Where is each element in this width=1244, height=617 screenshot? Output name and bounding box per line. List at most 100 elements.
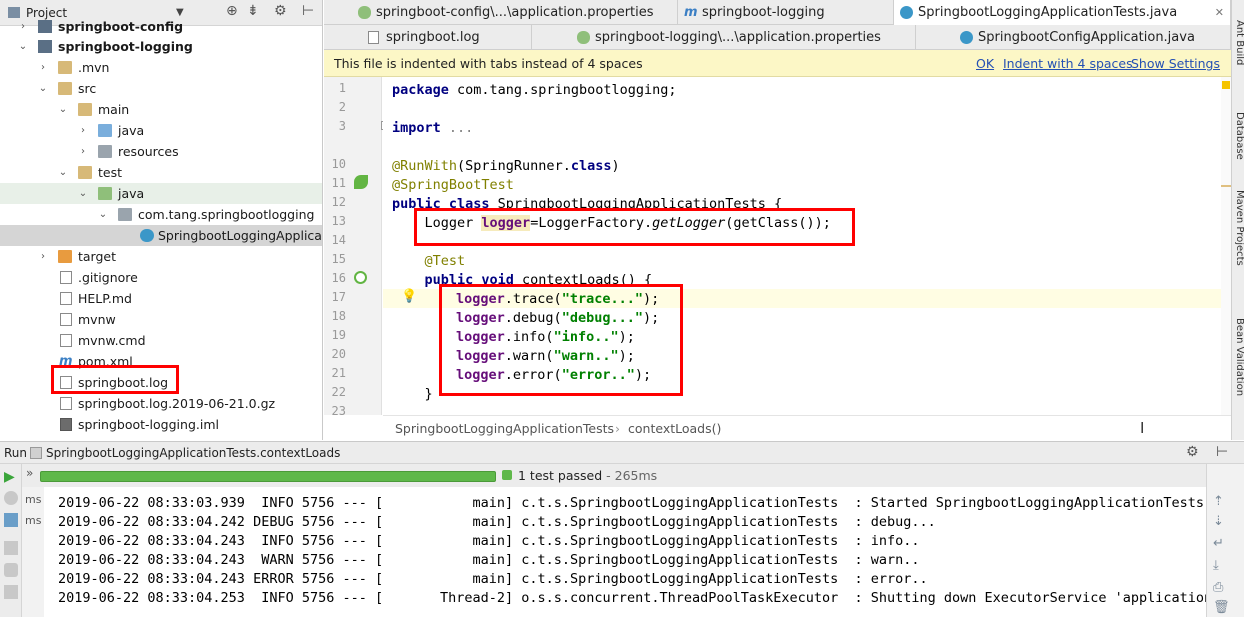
editor-tabs-row-1: springboot-config\...\application.proper… <box>324 0 1231 25</box>
hide-panel-icon[interactable]: ⊢ <box>1216 444 1228 460</box>
stop-icon[interactable] <box>4 541 18 555</box>
tab-config-properties[interactable]: springboot-config\...\application.proper… <box>352 0 678 25</box>
tree-item-target[interactable]: › target <box>0 246 322 267</box>
tool-tab-maven[interactable]: Maven Projects <box>1232 190 1244 266</box>
properties-file-icon <box>358 6 371 19</box>
scroll-down-icon[interactable]: ⇣ <box>1213 514 1224 529</box>
code-line-3: import ... <box>392 120 474 136</box>
tree-item-test[interactable]: ⌄ test <box>0 162 322 183</box>
tab-logging-tests[interactable]: SpringbootLoggingApplicationTests.java ✕ <box>894 0 1231 25</box>
chevron-down-icon[interactable]: ⌄ <box>98 204 108 225</box>
intention-bulb-icon[interactable]: 💡 <box>401 289 417 304</box>
folder-icon <box>58 61 72 74</box>
run-panel-header: Run SpringbootLoggingApplicationTests.co… <box>0 441 1244 464</box>
chevron-right-icon[interactable]: › <box>38 57 48 78</box>
toggle-autotest-icon[interactable] <box>4 513 18 527</box>
tree-item-resources[interactable]: › resources <box>0 141 322 162</box>
tab-label: springboot-config\...\application.proper… <box>376 5 654 20</box>
file-icon <box>60 334 72 347</box>
chevron-down-icon[interactable]: ⌄ <box>78 183 88 204</box>
chevron-down-icon[interactable]: ⌄ <box>18 36 28 57</box>
print-icon[interactable]: ⎙ <box>1213 580 1223 595</box>
clear-all-icon[interactable]: 🗑 <box>1213 600 1230 615</box>
class-icon <box>900 6 913 19</box>
tree-item-log-archive[interactable]: springboot.log.2019-06-21.0.gz <box>0 393 322 414</box>
chevron-down-icon[interactable]: ⌄ <box>58 99 68 120</box>
code-line-22: } <box>392 386 433 402</box>
log-line: 2019-06-22 08:33:04.243 ERROR 5756 --- [… <box>58 571 928 587</box>
test-tree-time[interactable]: ms <box>25 514 41 527</box>
tool-tab-database[interactable]: Database <box>1232 112 1244 160</box>
breadcrumb-method[interactable]: contextLoads() <box>628 421 721 436</box>
tab-logging-properties[interactable]: springboot-logging\...\application.prope… <box>571 25 916 50</box>
tree-item-src[interactable]: ⌄ src <box>0 78 322 99</box>
scroll-up-icon[interactable]: ⇡ <box>1213 494 1224 509</box>
scroll-to-end-icon[interactable]: ⤓ <box>1213 558 1219 573</box>
chevron-down-icon[interactable]: ⌄ <box>58 162 68 183</box>
tree-item-springboot-config[interactable]: › springboot-config <box>0 16 322 37</box>
ok-link[interactable]: OK <box>976 56 994 71</box>
tree-item-main[interactable]: ⌄ main <box>0 99 322 120</box>
tab-label: SpringbootConfigApplication.java <box>978 30 1195 45</box>
line-number: 16 <box>331 271 346 285</box>
tree-item-java-main[interactable]: › java <box>0 120 322 141</box>
show-settings-link[interactable]: Show Settings <box>1131 56 1220 71</box>
test-progress-row: » 1 test passed - 265ms <box>22 464 1206 487</box>
close-icon[interactable]: ✕ <box>1215 0 1224 25</box>
folder-icon <box>78 103 92 116</box>
editor-scrollbar[interactable] <box>1221 77 1231 415</box>
soft-wrap-icon[interactable]: ↵ <box>1213 536 1224 551</box>
tree-item-label: mvnw.cmd <box>78 333 146 348</box>
line-number: 12 <box>331 195 346 209</box>
tool-tab-ant-build[interactable]: Ant Build <box>1232 20 1244 65</box>
tree-item-mvn[interactable]: › .mvn <box>0 57 322 78</box>
screenshot-icon[interactable] <box>4 563 18 577</box>
line-number: 21 <box>331 366 346 380</box>
chevron-right-icon[interactable]: › <box>78 120 88 141</box>
line-number: 11 <box>331 176 346 190</box>
expand-icon[interactable]: » <box>26 466 33 480</box>
right-tool-strip: Ant Build Database Maven Projects Bean V… <box>1231 0 1244 440</box>
rerun-failed-icon[interactable] <box>4 491 18 505</box>
tree-item-label: com.tang.springbootlogging <box>138 207 315 222</box>
tree-item-mvnw[interactable]: mvnw <box>0 309 322 330</box>
file-icon <box>60 313 72 326</box>
log-line: 2019-06-22 08:33:04.243 WARN 5756 --- [ … <box>58 552 920 568</box>
properties-file-icon <box>577 31 590 44</box>
tree-item-iml[interactable]: springboot-logging.iml <box>0 414 322 435</box>
tree-item-java-test[interactable]: ⌄ java <box>0 183 322 204</box>
tab-label: SpringbootLoggingApplicationTests.java <box>918 5 1178 20</box>
chevron-right-icon[interactable]: › <box>38 246 48 267</box>
tree-item-gitignore[interactable]: .gitignore <box>0 267 322 288</box>
tree-item-springboot-logging[interactable]: ⌄ springboot-logging <box>0 36 322 57</box>
editor-tabs-row-2: springboot.log springboot-logging\...\ap… <box>324 25 1231 50</box>
tree-item-mvnw-cmd[interactable]: mvnw.cmd <box>0 330 322 351</box>
tab-springboot-logging-pom[interactable]: m springboot-logging <box>678 0 894 25</box>
console-toolbar: ⇡ ⇣ ↵ ⤓ ⎙ 🗑 <box>1206 464 1244 617</box>
indent-with-spaces-link[interactable]: Indent with 4 spaces <box>1003 56 1133 71</box>
chevron-down-icon[interactable]: ⌄ <box>38 78 48 99</box>
chevron-right-icon[interactable]: › <box>78 141 88 162</box>
code-line-15: @Test <box>392 253 466 269</box>
breadcrumb-class[interactable]: SpringbootLoggingApplicationTests <box>395 421 614 436</box>
run-test-method-icon[interactable] <box>354 271 367 284</box>
rerun-icon[interactable]: ▶ <box>4 469 18 485</box>
console-output[interactable]: 2019-06-22 08:33:03.939 INFO 5756 --- [ … <box>44 487 1206 617</box>
run-config-icon <box>30 447 42 459</box>
gear-icon[interactable]: ⚙ <box>1186 444 1199 460</box>
export-icon[interactable] <box>4 585 18 599</box>
editor-gutter: 1 2 3 10 11 12 13 14 15 16 17 18 19 20 2… <box>324 77 390 418</box>
run-configuration-name[interactable]: SpringbootLoggingApplicationTests.contex… <box>46 446 340 460</box>
tree-item-help[interactable]: HELP.md <box>0 288 322 309</box>
tree-item-test-class[interactable]: SpringbootLoggingApplicationTests <box>0 225 322 246</box>
test-tree-time[interactable]: ms <box>25 493 41 506</box>
tab-springboot-log[interactable]: springboot.log <box>362 25 532 50</box>
tree-item-package[interactable]: ⌄ com.tang.springbootlogging <box>0 204 322 225</box>
tree-item-label: main <box>98 102 130 117</box>
chevron-right-icon[interactable]: › <box>18 16 28 37</box>
tool-tab-bean-validation[interactable]: Bean Validation <box>1232 318 1244 396</box>
tab-config-application[interactable]: SpringbootConfigApplication.java <box>954 25 1231 50</box>
test-passed-icon <box>502 470 512 480</box>
indent-notification-bar: This file is indented with tabs instead … <box>324 50 1231 77</box>
run-test-class-icon[interactable] <box>354 175 368 189</box>
